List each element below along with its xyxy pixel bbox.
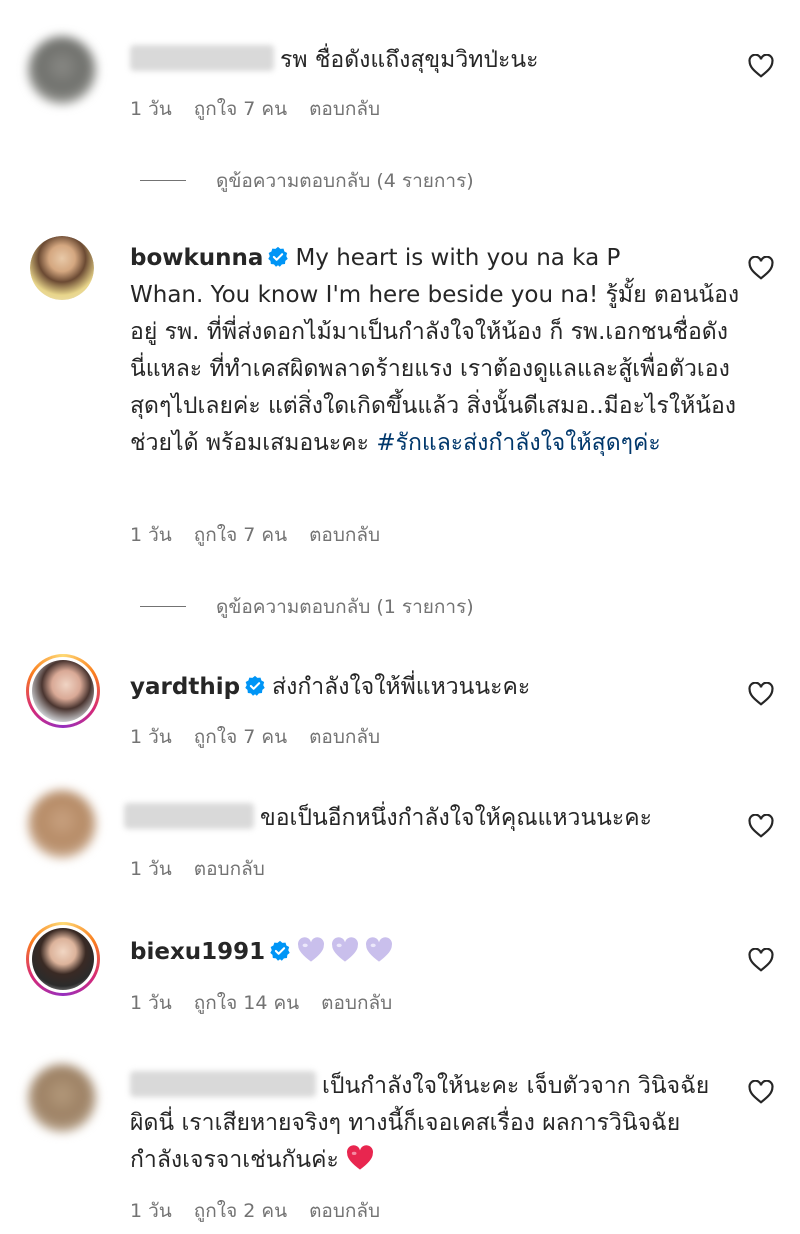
comment-text-first: My heart is with you na ka P [295,245,621,271]
like-heart-icon[interactable] [748,1080,774,1104]
comment-time[interactable]: 1 วัน [130,98,172,120]
comment-meta: 1 วัน ถูกใจ 7 คน ตอบกลับ [130,94,402,124]
red-heart-icon [347,1145,374,1170]
comment-time[interactable]: 1 วัน [130,726,172,748]
lavender-heart-icon [332,937,359,962]
comment-time[interactable]: 1 วัน [130,992,172,1014]
reply-button[interactable]: ตอบกลับ [321,992,392,1014]
comment-body: เป็นกำลังใจให้นะคะ เจ็บตัวจาก วินิจฉัยผิ… [130,1068,730,1179]
comment-meta: 1 วัน ถูกใจ 7 คน ตอบกลับ [130,722,402,752]
comment-body: yardthip ส่งกำลังใจให้พี่แหวนนะคะ [130,669,730,706]
comment-likes[interactable]: ถูกใจ 2 คน [194,1200,287,1222]
comment-likes[interactable]: ถูกใจ 7 คน [194,524,287,546]
comment-body: bowkunna My heart is with you na ka P Whan… [130,240,740,462]
avatar[interactable] [30,236,94,300]
comment-meta: 1 วัน ถูกใจ 2 คน ตอบกลับ [130,1196,402,1226]
comment-time[interactable]: 1 วัน [130,1200,172,1222]
blurred-username[interactable] [130,45,274,71]
verified-badge-icon [268,246,289,267]
like-heart-icon[interactable] [748,682,774,706]
comment-likes[interactable]: ถูกใจ 7 คน [194,98,287,120]
lavender-heart-icon [366,937,393,962]
reply-button[interactable]: ตอบกลับ [194,858,265,880]
avatar-story-ring[interactable] [26,922,100,996]
like-heart-icon[interactable] [748,814,774,838]
view-replies-label: ดูข้อความตอบกลับ (4 รายการ) [216,170,474,192]
verified-badge-icon [245,675,265,696]
comment-likes[interactable]: ถูกใจ 7 คน [194,726,287,748]
comment-body: biexu1991 [130,934,730,971]
reply-button[interactable]: ตอบกลับ [309,1200,380,1222]
username[interactable]: bowkunna [130,245,263,271]
blurred-username[interactable] [130,1071,316,1097]
avatar[interactable] [28,790,96,858]
comment-body: ขอเป็นอีกหนึ่งกำลังใจให้คุณแหวนนะคะ [124,800,730,837]
comment-meta: 1 วัน ตอบกลับ [130,854,287,884]
comment-meta: 1 วัน ถูกใจ 14 คน ตอบกลับ [130,988,414,1018]
like-heart-icon[interactable] [748,948,774,972]
hashtag-link[interactable]: #รักและส่งกำลังใจให้สุดๆค่ะ [376,430,660,456]
comment-time[interactable]: 1 วัน [130,858,172,880]
verified-badge-icon [270,940,290,961]
view-replies-button[interactable]: ดูข้อความตอบกลับ (1 รายการ) [140,592,474,622]
like-heart-icon[interactable] [748,256,774,280]
like-heart-icon[interactable] [748,54,774,78]
reply-button[interactable]: ตอบกลับ [309,98,380,120]
reply-button[interactable]: ตอบกลับ [309,726,380,748]
avatar[interactable] [28,36,96,104]
comment-text: ขอเป็นอีกหนึ่งกำลังใจให้คุณแหวนนะคะ [260,805,652,831]
comment-meta: 1 วัน ถูกใจ 7 คน ตอบกลับ [130,520,402,550]
comment-time[interactable]: 1 วัน [130,524,172,546]
comment-text: ส่งกำลังใจให้พี่แหวนนะคะ [272,674,531,700]
reply-button[interactable]: ตอบกลับ [309,524,380,546]
comment-body: รพ ชื่อดังแถึงสุขุมวิทป่ะนะ [130,42,730,79]
view-replies-button[interactable]: ดูข้อความตอบกลับ (4 รายการ) [140,166,474,196]
avatar-story-ring[interactable] [26,654,100,728]
username[interactable]: yardthip [130,674,240,700]
divider-line [140,606,186,607]
comment-likes[interactable]: ถูกใจ 14 คน [194,992,299,1014]
divider-line [140,180,186,181]
view-replies-label: ดูข้อความตอบกลับ (1 รายการ) [216,596,474,618]
blurred-username[interactable] [124,803,254,829]
comment-text: รพ ชื่อดังแถึงสุขุมวิทป่ะนะ [280,47,539,73]
username[interactable]: biexu1991 [130,939,265,965]
avatar[interactable] [28,1064,96,1132]
lavender-heart-icon [298,937,325,962]
